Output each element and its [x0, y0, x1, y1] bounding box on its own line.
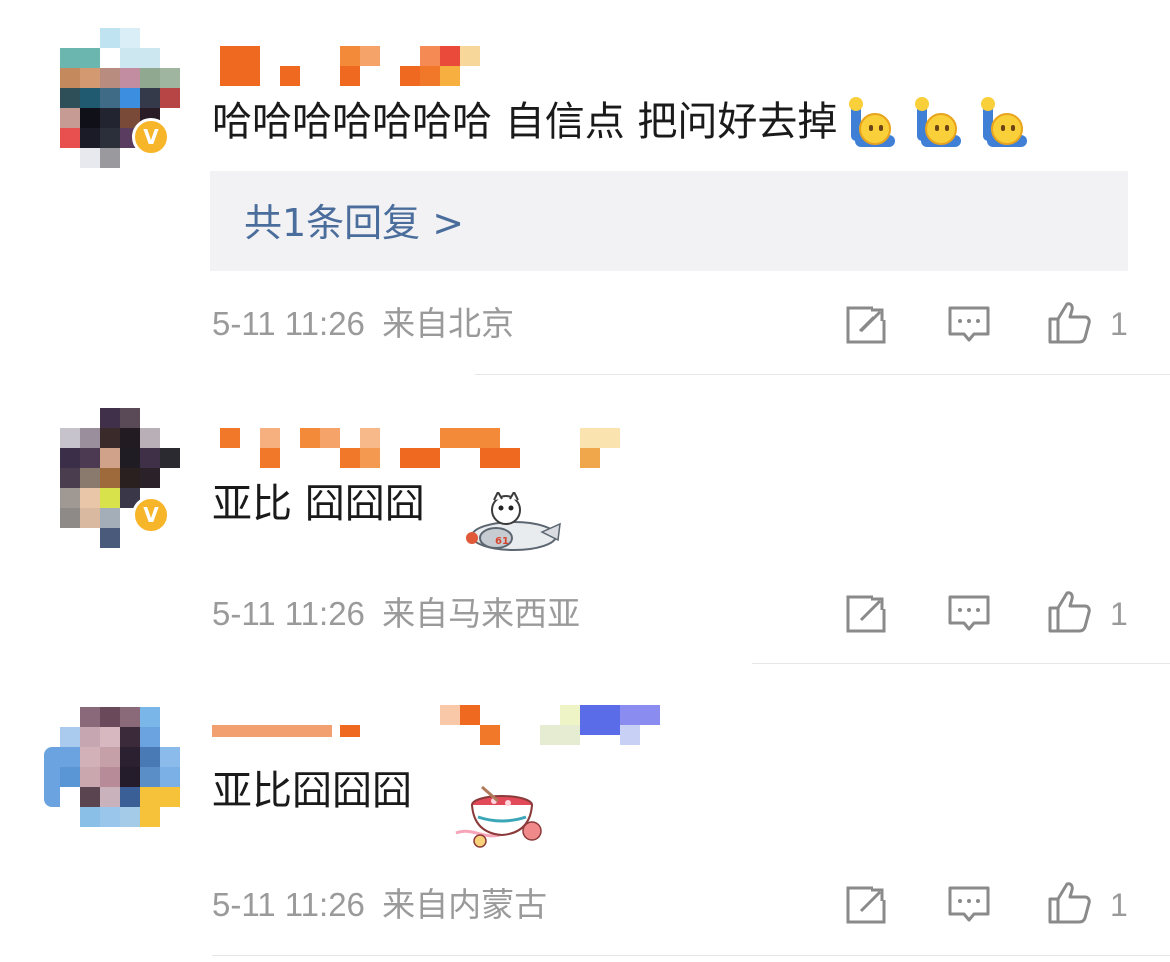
comment-button[interactable] — [947, 303, 991, 347]
like-icon — [1048, 882, 1091, 924]
comment-text: 亚比 囧囧囧 — [212, 481, 425, 527]
like-button[interactable] — [1047, 300, 1091, 344]
divider — [752, 663, 1170, 664]
username[interactable] — [220, 46, 680, 86]
verified-badge-icon: V — [132, 118, 170, 156]
like-icon — [1048, 302, 1091, 344]
location: 来自北京 — [382, 305, 515, 342]
comment-button[interactable] — [947, 883, 991, 927]
username[interactable] — [212, 705, 680, 745]
like-button[interactable] — [1047, 880, 1091, 924]
comment-icon — [948, 595, 990, 631]
username[interactable] — [220, 428, 680, 468]
avatar[interactable]: V — [60, 28, 180, 168]
share-icon — [846, 886, 887, 924]
divider — [475, 374, 1170, 375]
like-count: 1 — [1110, 306, 1128, 342]
share-icon — [846, 306, 887, 344]
divider — [212, 955, 1170, 956]
svg-text:61: 61 — [495, 536, 509, 547]
like-count: 1 — [1110, 887, 1128, 923]
timestamp: 5-11 11:26 — [212, 886, 365, 923]
comment-meta: 5-11 11:26 来自马来西亚 — [212, 594, 580, 634]
share-icon — [846, 595, 887, 633]
share-button[interactable] — [845, 883, 889, 927]
airplane-sticker-icon: 61 — [462, 489, 562, 560]
raising-hand-emoji-icon — [981, 97, 1029, 147]
comment-item: V 哈哈哈哈哈哈哈 自信点 把问好去掉 共1条回复 > 5-11 11:26 来… — [0, 0, 1170, 376]
location: 来自马来西亚 — [382, 595, 581, 632]
comment-text: 哈哈哈哈哈哈哈 自信点 把问好去掉 — [212, 97, 1029, 147]
timestamp: 5-11 11:26 — [212, 595, 365, 632]
verified-badge-icon: V — [132, 496, 170, 534]
share-button[interactable] — [845, 592, 889, 636]
like-icon — [1048, 591, 1091, 633]
comment-item: V 亚比 囧囧囧 61 5-11 11:26 来自马来西亚 1 — [0, 376, 1170, 665]
location: 来自内蒙古 — [382, 886, 548, 923]
reply-preview-box[interactable]: 共1条回复 > — [210, 171, 1128, 271]
avatar[interactable]: V — [60, 408, 180, 548]
comment-text: 亚比囧囧囧 — [212, 768, 412, 814]
comment-meta: 5-11 11:26 来自内蒙古 — [212, 885, 547, 925]
like-button[interactable] — [1047, 589, 1091, 633]
comment-item: 亚比囧囧囧 5-11 11:26 来自内蒙古 1 — [0, 665, 1170, 962]
like-count: 1 — [1110, 596, 1128, 632]
raising-hand-emoji-icon — [915, 97, 963, 147]
comment-icon — [948, 306, 990, 342]
bowl-sticker-icon — [452, 781, 552, 851]
comment-button[interactable] — [947, 592, 991, 636]
share-button[interactable] — [845, 303, 889, 347]
comment-icon — [948, 886, 990, 922]
avatar[interactable] — [44, 707, 180, 837]
comment-meta: 5-11 11:26 来自北京 — [212, 304, 514, 344]
view-replies-link[interactable]: 共1条回复 > — [244, 199, 464, 247]
timestamp: 5-11 11:26 — [212, 305, 365, 342]
raising-hand-emoji-icon — [849, 97, 897, 147]
